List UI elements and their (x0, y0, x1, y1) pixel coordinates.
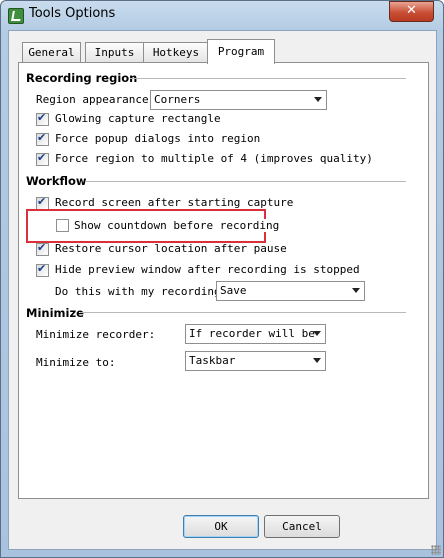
show-countdown-label: Show countdown before recording (74, 219, 280, 232)
divider (85, 181, 406, 182)
chevron-down-icon (313, 358, 321, 363)
cancel-button[interactable]: Cancel (264, 515, 340, 538)
select-value: Taskbar (189, 354, 236, 367)
region-appearance-select[interactable]: Corners (150, 90, 327, 110)
ok-label: OK (214, 520, 228, 533)
chevron-down-icon (314, 97, 322, 102)
select-value: Save (220, 284, 247, 297)
tab-label: Inputs (94, 46, 135, 59)
tab-inputs[interactable]: Inputs (85, 42, 144, 63)
minimize-recorder-select[interactable]: If recorder will be (185, 324, 326, 344)
close-icon: ✕ (406, 3, 417, 18)
ok-button[interactable]: OK (183, 515, 259, 538)
restore-cursor-label: Restore cursor location after pause (55, 242, 287, 255)
minimize-to-select[interactable]: Taskbar (185, 351, 326, 371)
title-bar[interactable]: Tools Options (0, 0, 444, 30)
divider (80, 312, 406, 313)
force-popup-checkbox[interactable] (36, 131, 49, 146)
force-popup-label: Force popup dialogs into region (55, 132, 261, 145)
tab-label: Hotkeys (152, 46, 200, 59)
glowing-rectangle-label: Glowing capture rectangle (55, 112, 221, 125)
recording-action-select[interactable]: Save (216, 281, 365, 301)
minimize-recorder-label: Minimize recorder: (36, 328, 156, 341)
hide-preview-checkbox[interactable] (36, 262, 49, 277)
do-this-label: Do this with my recording: (55, 285, 228, 298)
section-minimize: Minimize (26, 306, 84, 320)
tab-general[interactable]: General (22, 42, 81, 63)
tab-label: General (28, 46, 75, 59)
record-after-start-label: Record screen after starting capture (55, 196, 294, 209)
section-workflow: Workflow (26, 174, 87, 188)
tab-program[interactable]: Program (207, 39, 275, 64)
minimize-to-label: Minimize to: (36, 356, 116, 369)
close-button[interactable]: ✕ (389, 1, 434, 22)
restore-cursor-checkbox[interactable] (36, 241, 49, 256)
resize-grip-icon[interactable] (431, 545, 441, 555)
tab-hotkeys[interactable]: Hotkeys (143, 42, 209, 63)
section-recording-region: Recording region (26, 71, 138, 85)
select-value: If recorder will be (189, 327, 315, 340)
region-appearance-label: Region appearance: (36, 93, 156, 106)
force-multiple-4-checkbox[interactable] (36, 151, 49, 166)
app-icon (8, 8, 24, 24)
hide-preview-label: Hide preview window after recording is s… (55, 263, 360, 276)
glowing-rectangle-checkbox[interactable] (36, 111, 49, 126)
divider (130, 78, 406, 79)
select-value: Corners (154, 93, 201, 106)
chevron-down-icon (313, 331, 321, 336)
window-title: Tools Options (29, 6, 116, 21)
show-countdown-checkbox[interactable] (56, 219, 69, 232)
cancel-label: Cancel (282, 520, 322, 533)
chevron-down-icon (352, 288, 360, 293)
tab-label: Program (217, 45, 265, 58)
force-multiple-4-label: Force region to multiple of 4 (improves … (55, 152, 373, 165)
